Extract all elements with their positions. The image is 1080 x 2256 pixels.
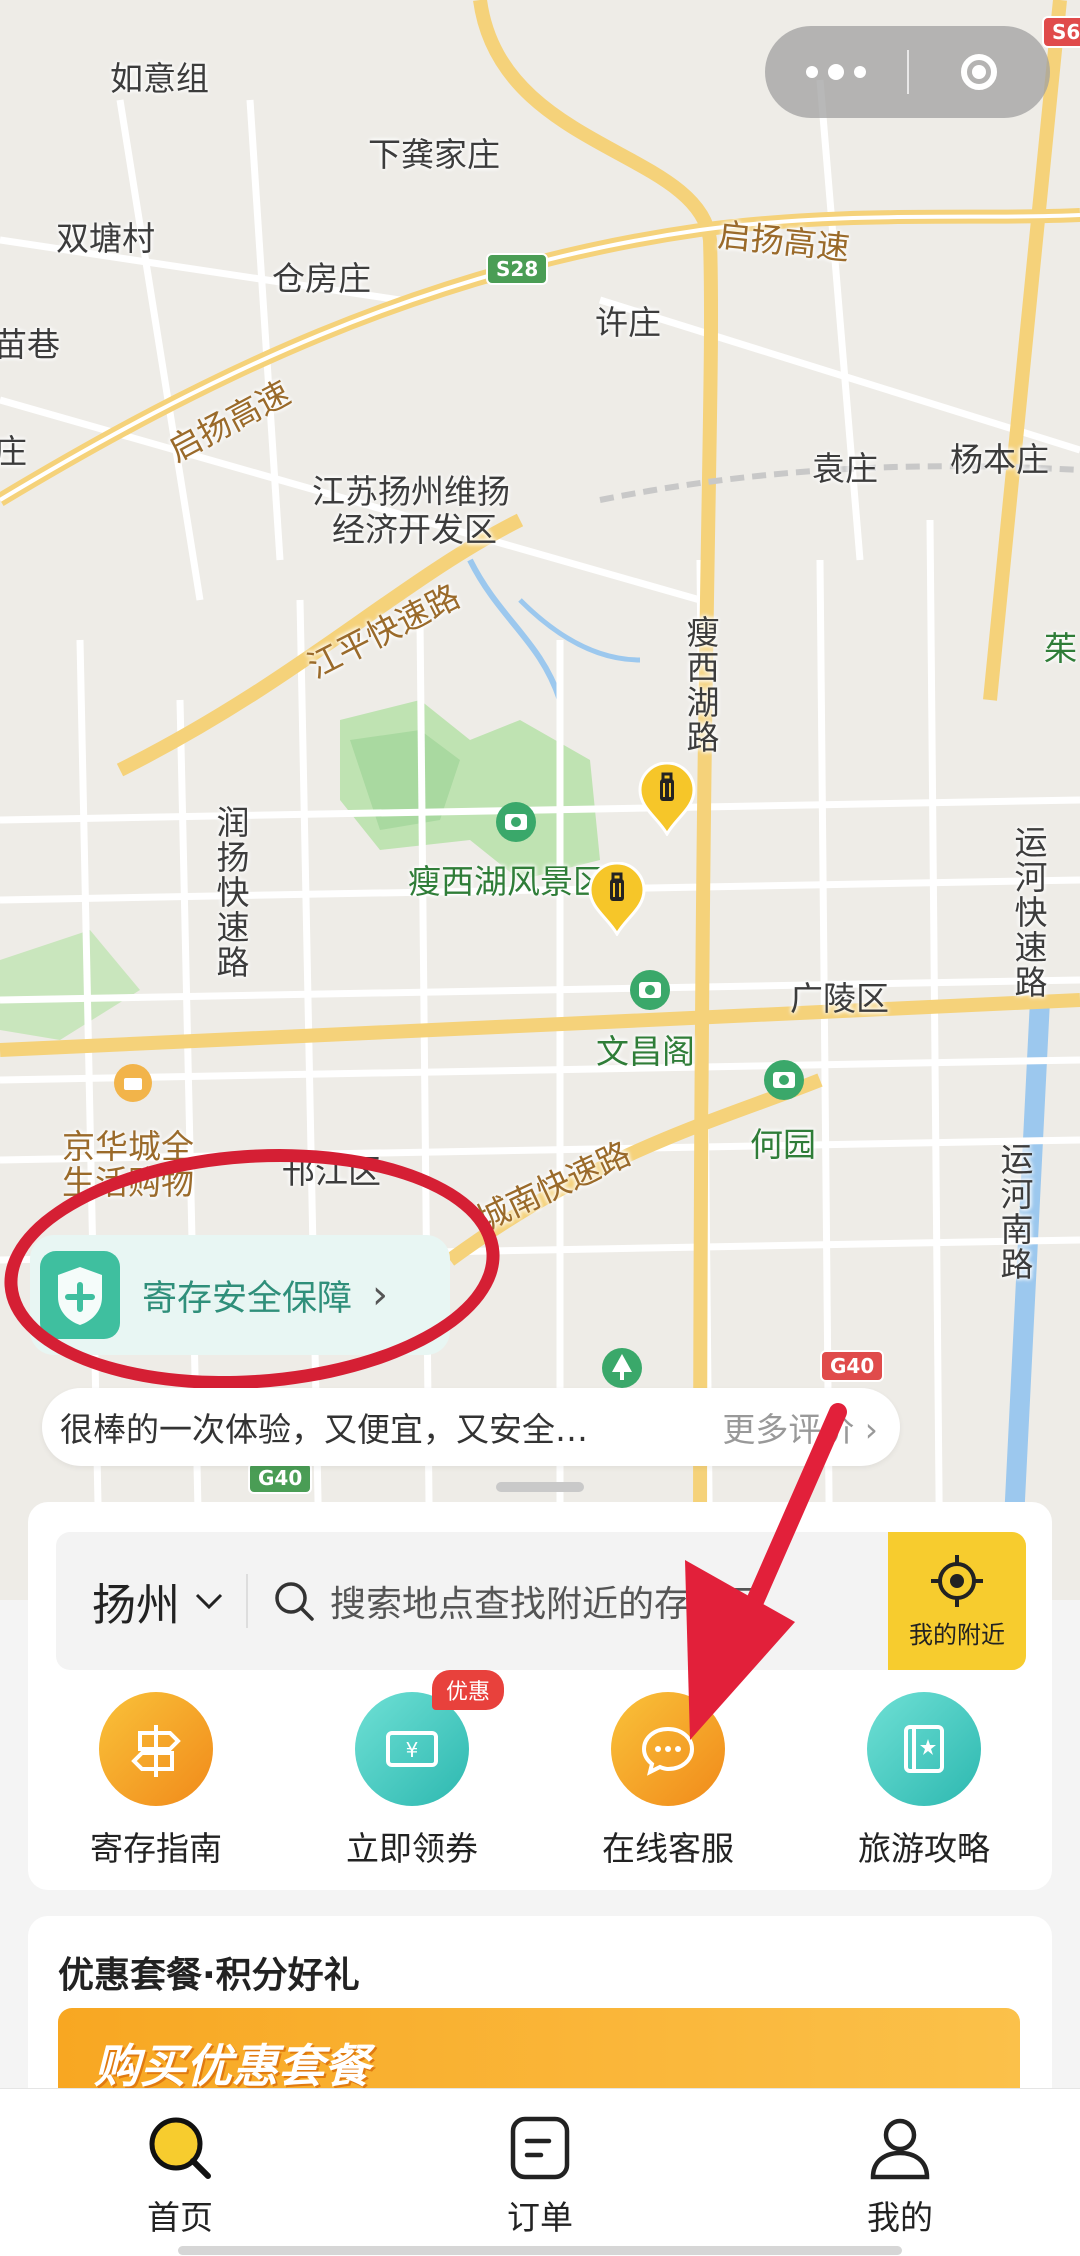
action-label: 立即领券 xyxy=(346,1829,478,1868)
poi-label: 瘦西湖风景区 xyxy=(408,862,606,901)
chevron-down-icon xyxy=(195,1593,223,1610)
poi-label: 何园 xyxy=(750,1125,816,1164)
miniprogram-capsule xyxy=(765,26,1050,118)
profile-icon xyxy=(870,2118,930,2180)
tab-label: 首页 xyxy=(147,2198,213,2237)
more-reviews-link[interactable]: 更多评价 › xyxy=(722,1403,878,1451)
map-label: 经济开发区 xyxy=(332,510,497,549)
road-label: 运河南路 xyxy=(995,1142,1034,1282)
road-label: 瘦西湖路 xyxy=(681,615,720,755)
luggage-storage-pin-icon[interactable] xyxy=(636,762,698,836)
promo-banner-text: 购买优惠套餐 xyxy=(94,2039,370,2093)
city-selector[interactable]: 扬州 xyxy=(92,1569,224,1633)
map-label: 袁庄 xyxy=(812,449,878,488)
tab-label: 订单 xyxy=(507,2198,573,2237)
home-indicator xyxy=(178,2246,902,2255)
search-icon xyxy=(275,1582,314,1621)
map-label: 苗巷 xyxy=(0,325,60,364)
action-get-coupon[interactable]: ¥ 优惠 立即领券 xyxy=(284,1670,540,1872)
order-icon xyxy=(510,2116,570,2180)
action-label: 旅游攻略 xyxy=(858,1829,990,1868)
search-input[interactable]: 搜索地点查找附近的存知己 xyxy=(330,1575,888,1627)
search-bar: 扬州 搜索地点查找附近的存知己 我的附近 xyxy=(56,1532,1026,1670)
search-icon xyxy=(149,2117,211,2179)
poi-label: 文昌阁 xyxy=(596,1032,695,1071)
action-label: 在线客服 xyxy=(602,1829,734,1868)
action-online-support[interactable]: 在线客服 xyxy=(540,1692,796,1872)
guidebook-icon xyxy=(867,1692,981,1806)
map-label: 下龚家庄 xyxy=(368,135,500,174)
svg-text:¥: ¥ xyxy=(406,1738,419,1762)
tab-home[interactable]: 首页 xyxy=(0,2089,360,2256)
luggage-storage-pin-icon[interactable] xyxy=(586,862,648,936)
city-name: 扬州 xyxy=(92,1580,180,1631)
nearby-label: 我的附近 xyxy=(909,1620,1005,1649)
target-close-icon[interactable] xyxy=(909,54,1051,90)
drag-handle[interactable] xyxy=(496,1482,584,1492)
road-label: 润扬快速路 xyxy=(211,805,250,980)
scenic-spot-icon[interactable] xyxy=(628,968,672,1012)
scenic-spot-icon[interactable] xyxy=(762,1058,806,1102)
tab-profile[interactable]: 我的 xyxy=(720,2089,1080,2256)
nearby-button[interactable]: 我的附近 xyxy=(888,1532,1026,1670)
bottom-tab-bar: 首页 订单 我的 xyxy=(0,2088,1080,2256)
map-label: 许庄 xyxy=(595,303,661,342)
map-label: 如意组 xyxy=(110,59,209,98)
tab-orders[interactable]: 订单 xyxy=(360,2089,720,2256)
map-label: 双塘村 xyxy=(56,219,155,258)
locate-icon xyxy=(931,1554,983,1607)
action-label: 寄存指南 xyxy=(90,1829,222,1868)
highway-shield: S6 xyxy=(1042,16,1080,48)
signpost-icon xyxy=(99,1692,213,1806)
map-label: 杨本庄 xyxy=(950,440,1049,479)
map-label: 仓房庄 xyxy=(272,259,371,298)
chat-icon xyxy=(611,1692,725,1806)
action-storage-guide[interactable]: 寄存指南 xyxy=(28,1692,284,1872)
review-bubble[interactable]: 很棒的一次体验，又便宜，又安全… 更多评价 › xyxy=(42,1388,900,1466)
more-dots-icon[interactable] xyxy=(765,64,907,80)
highway-shield: G40 xyxy=(248,1462,313,1494)
divider xyxy=(246,1574,248,1628)
road-label: 运河快速路 xyxy=(1009,825,1048,1000)
shopping-poi-icon[interactable] xyxy=(112,1062,154,1104)
highway-shield: G40 xyxy=(820,1350,885,1382)
discount-badge: 优惠 xyxy=(432,1670,505,1710)
map-label: 广陵区 xyxy=(790,979,889,1018)
map-label: 茱 xyxy=(1044,629,1077,668)
tab-label: 我的 xyxy=(867,2198,933,2237)
highway-shield: S28 xyxy=(486,253,549,285)
scenic-spot-icon[interactable] xyxy=(494,800,538,844)
action-travel-guide[interactable]: 旅游攻略 xyxy=(796,1692,1052,1872)
park-poi-icon[interactable] xyxy=(600,1346,644,1390)
review-text: 很棒的一次体验，又便宜，又安全… xyxy=(60,1410,588,1449)
promo-title: 优惠套餐·积分好礼 xyxy=(58,1955,360,1996)
bottom-panel: 扬州 搜索地点查找附近的存知己 我的附近 寄存指南 ¥ 优惠 立即领券 在线客服… xyxy=(28,1502,1052,1890)
quick-actions: 寄存指南 ¥ 优惠 立即领券 在线客服 旅游攻略 xyxy=(28,1670,1052,1872)
map-label: 庄 xyxy=(0,432,27,471)
